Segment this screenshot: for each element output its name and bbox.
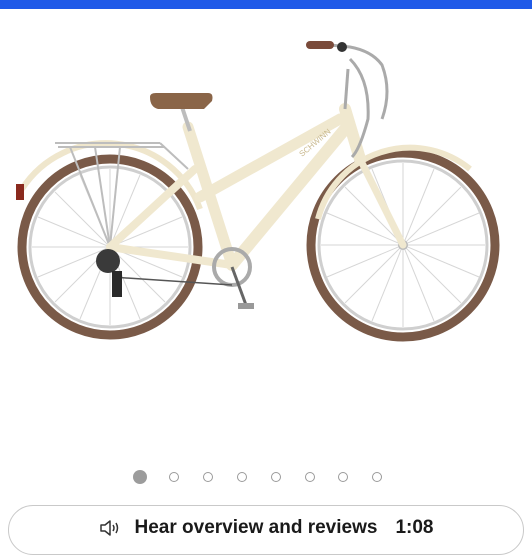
carousel-dot-6[interactable] [305, 472, 315, 482]
carousel-dot-2[interactable] [169, 472, 179, 482]
carousel-dot-8[interactable] [372, 472, 382, 482]
carousel-dot-1[interactable] [133, 470, 147, 484]
carousel-indicator [0, 470, 532, 486]
carousel-dot-3[interactable] [203, 472, 213, 482]
bike-frame [106, 103, 407, 271]
speaker-icon [99, 520, 118, 536]
rear-derailleur [96, 249, 120, 273]
product-image-bicycle[interactable]: SCHWINN [0, 9, 532, 450]
carousel-dot-4[interactable] [237, 472, 247, 482]
saddle [150, 93, 213, 109]
carousel-dot-5[interactable] [271, 472, 281, 482]
hear-overview-button[interactable]: Hear overview and reviews 1:08 [8, 505, 524, 555]
bicycle-image: SCHWINN [16, 41, 500, 342]
audio-label: Hear overview and reviews [134, 517, 378, 538]
audio-duration: 1:08 [395, 517, 434, 538]
top-accent-bar [0, 0, 532, 9]
carousel-dot-7[interactable] [338, 472, 348, 482]
